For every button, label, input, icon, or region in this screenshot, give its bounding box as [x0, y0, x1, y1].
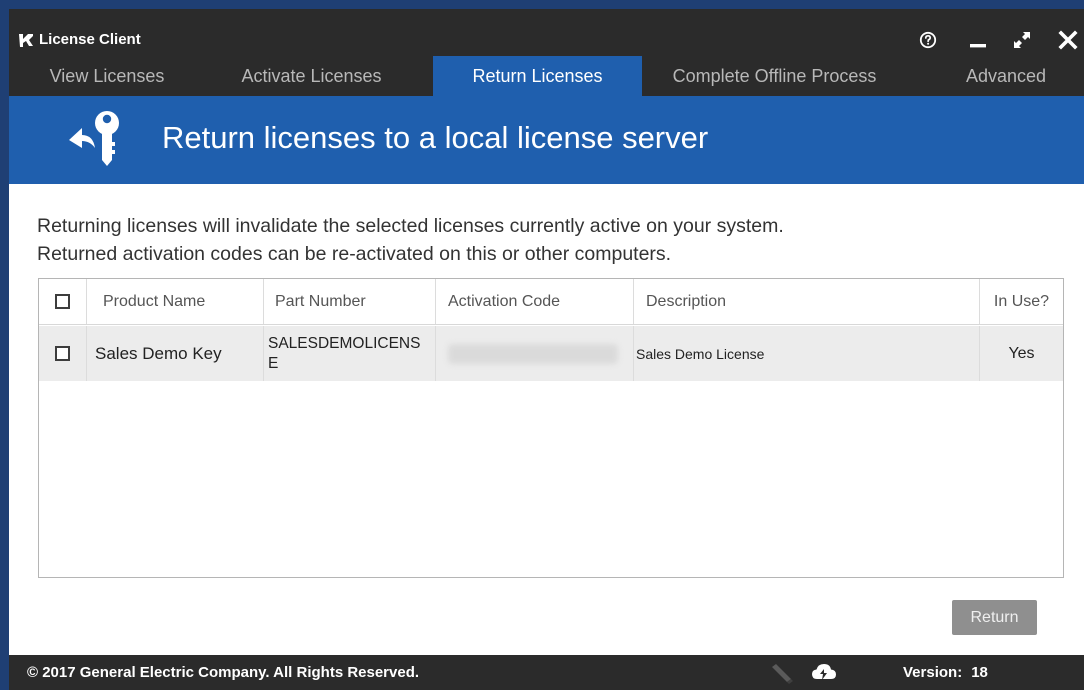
tab-bar: View Licenses Activate Licenses Return L…: [9, 56, 1084, 96]
row-checkbox-cell: [39, 326, 87, 381]
licenses-table: Product Name Part Number Activation Code…: [38, 278, 1064, 578]
row-select-checkbox[interactable]: [55, 346, 70, 361]
close-button[interactable]: [1054, 27, 1082, 53]
version-value: 18: [971, 664, 988, 681]
return-key-icon: [69, 111, 119, 166]
status-bar: © 2017 General Electric Company. All Rig…: [9, 655, 1084, 690]
column-header-activation-code[interactable]: Activation Code: [436, 279, 634, 324]
intro-line-2: Returned activation codes can be re-acti…: [37, 243, 672, 265]
license-client-window: License Client View Licenses Activate Li…: [9, 9, 1084, 690]
maximize-button[interactable]: [1008, 27, 1036, 53]
cell-activation-code: [436, 326, 634, 381]
usb-dongle-icon[interactable]: [769, 661, 795, 685]
tab-advanced[interactable]: Advanced: [941, 56, 1071, 96]
column-header-product-name[interactable]: Product Name: [87, 279, 264, 324]
app-logo-icon: [19, 34, 33, 47]
column-header-in-use[interactable]: In Use?: [980, 279, 1063, 324]
maximize-icon: [1014, 32, 1030, 48]
return-button[interactable]: Return: [952, 600, 1037, 635]
title-bar[interactable]: License Client View Licenses Activate Li…: [9, 9, 1084, 96]
intro-text: Returning licenses will invalidate the s…: [37, 212, 1057, 268]
activation-code-redacted: [448, 343, 618, 364]
minimize-icon: [970, 44, 986, 48]
cell-part-number: SALESDEMOLICENSE: [264, 326, 436, 381]
version-label: Version:: [903, 664, 963, 681]
tab-complete-offline-process[interactable]: Complete Offline Process: [642, 56, 907, 96]
cell-description: Sales Demo License: [634, 326, 980, 381]
version-info: Version: 18: [903, 664, 988, 681]
app-title: License Client: [39, 31, 141, 48]
help-button[interactable]: [914, 27, 942, 53]
tab-return-licenses[interactable]: Return Licenses: [433, 56, 642, 96]
window-frame-left: [0, 0, 9, 690]
column-header-description[interactable]: Description: [634, 279, 980, 324]
select-all-checkbox[interactable]: [55, 294, 70, 309]
cloud-sync-icon[interactable]: [811, 661, 837, 685]
page-header-banner: Return licenses to a local license serve…: [9, 96, 1084, 184]
part-number-text: SALESDEMOLICENSE: [268, 334, 421, 372]
minimize-button[interactable]: [964, 27, 992, 53]
table-header: Product Name Part Number Activation Code…: [39, 279, 1063, 325]
column-header-part-number[interactable]: Part Number: [264, 279, 436, 324]
cell-in-use: Yes: [1008, 344, 1035, 362]
header-checkbox-cell: [39, 279, 87, 324]
copyright-text: © 2017 General Electric Company. All Rig…: [27, 664, 420, 681]
tab-view-licenses[interactable]: View Licenses: [9, 56, 205, 96]
cell-product-name: Sales Demo Key: [87, 326, 264, 381]
close-icon: [1058, 30, 1078, 50]
tab-activate-licenses[interactable]: Activate Licenses: [205, 56, 418, 96]
intro-line-1: Returning licenses will invalidate the s…: [37, 215, 784, 237]
window-frame-top: [0, 0, 1084, 9]
page-title: Return licenses to a local license serve…: [162, 120, 709, 155]
help-icon: [919, 31, 937, 49]
table-row[interactable]: Sales Demo Key SALESDEMOLICENSE Sales De…: [39, 326, 1063, 381]
